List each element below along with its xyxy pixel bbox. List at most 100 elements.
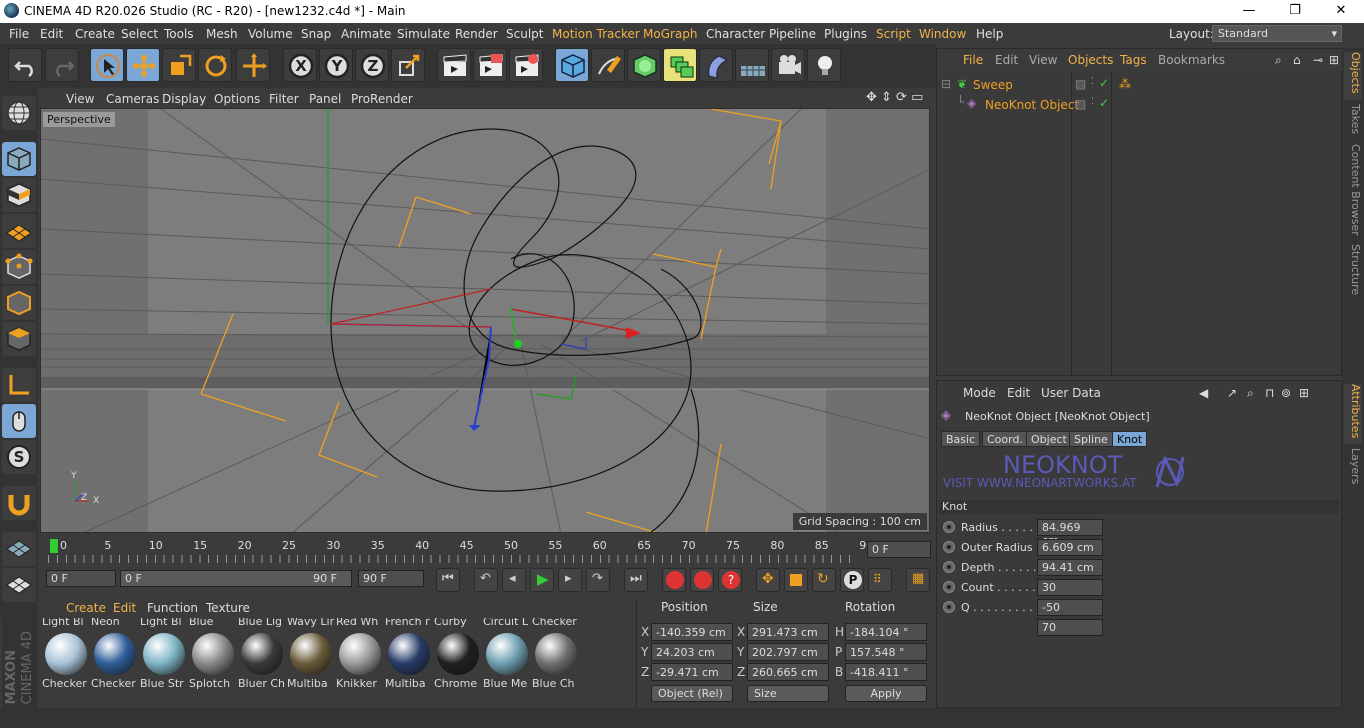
attribute-menu-edit[interactable]: Edit [1007, 386, 1030, 400]
material-swatch[interactable]: French r Multiba [385, 618, 433, 690]
grid-snap-button[interactable] [2, 532, 36, 566]
position-x-field[interactable]: -140.359 cm [651, 623, 733, 641]
menu-mograph[interactable]: MoGraph [643, 27, 698, 41]
axis-mode-button[interactable] [2, 368, 36, 402]
viewport-navigation-icons[interactable]: ✥ ⇕ ⟳ ▭ [866, 90, 923, 105]
param-value-field[interactable]: 6.609 cm [1037, 539, 1103, 556]
rotation-h-field[interactable]: -184.104 ° [845, 623, 927, 641]
visibility-dots-icon[interactable]: ⁚ [1091, 97, 1094, 107]
menu-create[interactable]: Create [75, 27, 115, 41]
playhead-marker[interactable] [50, 539, 58, 553]
viewport-menu-prorender[interactable]: ProRender [351, 92, 413, 106]
animation-radio-icon[interactable] [943, 601, 955, 613]
camera-button[interactable] [771, 48, 805, 82]
tab-spline[interactable]: Spline [1069, 431, 1113, 447]
play-forward-button[interactable]: ▶ [530, 568, 554, 592]
object-row-sweep[interactable]: ⊟ ❦ Sweep ▨ ⁚ ✓ ⁂ [939, 75, 1339, 94]
size-z-field[interactable]: 260.665 cm [747, 663, 829, 681]
param-value-field[interactable]: 30 [1037, 579, 1103, 596]
param-value-field[interactable]: 94.41 cm [1037, 559, 1103, 576]
redo-button[interactable] [45, 48, 79, 82]
edges-mode-button[interactable] [2, 286, 36, 320]
material-swatch[interactable]: Curby Chrome [434, 618, 482, 690]
close-button[interactable]: ✕ [1318, 0, 1364, 23]
menu-simulate[interactable]: Simulate [397, 27, 450, 41]
undo-button[interactable] [8, 48, 42, 82]
x-axis-lock-button[interactable]: X [283, 48, 317, 82]
live-selection-button[interactable] [90, 48, 124, 82]
position-y-field[interactable]: 24.203 cm [651, 643, 733, 661]
side-tab-structure[interactable]: Structure [1344, 244, 1362, 300]
snapping-button[interactable]: S [2, 440, 36, 474]
material-swatch[interactable]: Light Bl Blue Str [140, 618, 188, 690]
size-y-field[interactable]: 202.797 cm [747, 643, 829, 661]
size-mode-dropdown[interactable]: Size [747, 685, 829, 702]
apply-button[interactable]: Apply [845, 685, 927, 702]
menu-script[interactable]: Script [876, 27, 911, 41]
object-menu-bookmarks[interactable]: Bookmarks [1158, 53, 1225, 67]
material-swatch[interactable]: Blue Splotch [189, 618, 237, 690]
link-icon[interactable]: ⊸ [1313, 53, 1323, 67]
polygons-mode-button[interactable] [2, 322, 36, 356]
coordinate-mode-dropdown[interactable]: Object (Rel) [651, 685, 733, 702]
menu-select[interactable]: Select [121, 27, 158, 41]
object-menu-tags[interactable]: Tags [1120, 53, 1147, 67]
menu-animate[interactable]: Animate [341, 27, 391, 41]
light-button[interactable] [807, 48, 841, 82]
go-to-end-button[interactable]: ⏭ [624, 568, 648, 592]
up-arrow-icon[interactable]: ↗ [1227, 386, 1237, 400]
param-value-field[interactable]: 70 [1037, 619, 1103, 636]
previous-key-button[interactable]: ↶ [474, 568, 498, 592]
coordinate-system-button[interactable] [391, 48, 425, 82]
material-swatch[interactable]: Wavy Lir Multiba [287, 618, 335, 690]
viewport-menu-filter[interactable]: Filter [269, 92, 299, 106]
cloner-button[interactable] [663, 48, 697, 82]
key-position-button[interactable]: ✥ [756, 568, 780, 592]
object-row-neoknot[interactable]: └ ◈ NeoKnot Object ▨ ⁚ ✓ [939, 95, 1339, 114]
render-picture-viewer-button[interactable] [473, 48, 507, 82]
settings-icon[interactable]: ⊚ [1281, 386, 1291, 400]
perspective-viewport[interactable]: Perspective Y Z X Grid Spacing : 100 cm [40, 108, 930, 533]
points-mode-button[interactable] [2, 250, 36, 284]
animation-radio-icon[interactable] [943, 521, 955, 533]
transform-tool-button[interactable] [236, 48, 270, 82]
animation-radio-icon[interactable] [943, 541, 955, 553]
subdivision-surface-button[interactable] [627, 48, 661, 82]
timeline-ruler[interactable]: 051015202530354045505560657075808590 0 F [40, 533, 931, 566]
viewport-menu-display[interactable]: Display [162, 92, 206, 106]
menu-file[interactable]: File [9, 27, 29, 41]
scale-tool-button[interactable] [162, 48, 196, 82]
back-arrow-icon[interactable]: ◀ [1199, 386, 1208, 400]
object-menu-objects[interactable]: Objects [1068, 53, 1113, 67]
search-icon[interactable]: ⌕ [1247, 386, 1254, 401]
preview-start-field[interactable]: 0 F [46, 570, 116, 587]
side-tab-layers[interactable]: Layers [1344, 448, 1362, 488]
object-menu-view[interactable]: View [1029, 53, 1057, 67]
attribute-menu-user-data[interactable]: User Data [1041, 386, 1101, 400]
side-tab-attributes[interactable]: Attributes [1344, 384, 1362, 444]
end-frame-field[interactable]: 90 F [358, 570, 424, 587]
viewport-menu-cameras[interactable]: Cameras [106, 92, 159, 106]
next-key-button[interactable]: ↷ [586, 568, 610, 592]
object-menu-edit[interactable]: Edit [995, 53, 1018, 67]
material-swatch[interactable]: Circuit L Blue Me [483, 618, 531, 690]
autokeying-button[interactable] [690, 568, 714, 592]
viewport-menu-view[interactable]: View [66, 92, 94, 106]
menu-help[interactable]: Help [976, 27, 1003, 41]
workplane-mode-button[interactable] [2, 214, 36, 248]
workplane-lock-button[interactable] [2, 568, 36, 602]
side-tab-objects[interactable]: Objects [1344, 52, 1362, 100]
rotation-p-field[interactable]: 157.548 ° [845, 643, 927, 661]
material-menu-create[interactable]: Create [66, 601, 106, 615]
param-value-field[interactable]: 84.969 cm [1037, 519, 1103, 547]
menu-edit[interactable]: Edit [40, 27, 63, 41]
menu-pipeline[interactable]: Pipeline [769, 27, 816, 41]
menu-motion-tracker[interactable]: Motion Tracker [552, 27, 640, 41]
texture-mode-button[interactable] [2, 178, 36, 212]
make-editable-button[interactable] [2, 96, 36, 130]
menu-character[interactable]: Character [706, 27, 765, 41]
floor-button[interactable] [735, 48, 769, 82]
key-pla-button[interactable]: ⠿ [868, 568, 892, 592]
tab-object[interactable]: Object [1026, 431, 1072, 447]
model-mode-button[interactable] [2, 142, 36, 176]
